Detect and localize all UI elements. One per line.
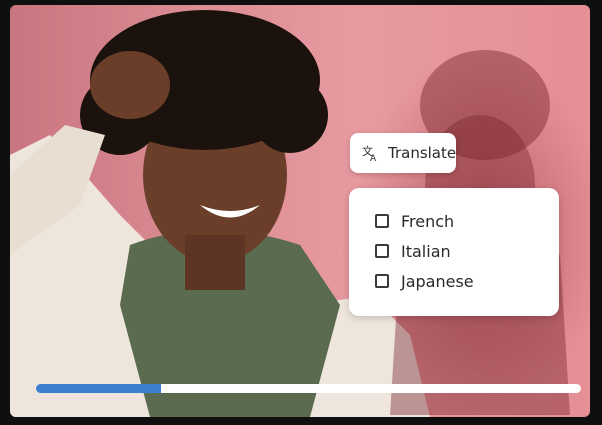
language-option-french[interactable]: French bbox=[375, 206, 559, 236]
checkbox[interactable] bbox=[375, 274, 389, 288]
video-progress-bar[interactable] bbox=[36, 384, 581, 393]
language-label: French bbox=[401, 211, 455, 231]
checkbox[interactable] bbox=[375, 244, 389, 258]
language-option-italian[interactable]: Italian bbox=[375, 236, 559, 266]
translate-button[interactable]: 文 A Translate bbox=[350, 133, 456, 173]
language-option-japanese[interactable]: Japanese bbox=[375, 266, 559, 296]
language-label: Italian bbox=[401, 241, 451, 261]
video-player[interactable]: 文 A Translate French Italian Japanese bbox=[10, 5, 590, 417]
checkbox[interactable] bbox=[375, 214, 389, 228]
translate-icon: 文 A bbox=[362, 144, 380, 164]
language-menu: French Italian Japanese bbox=[349, 188, 559, 316]
svg-text:A: A bbox=[370, 154, 377, 162]
translate-label: Translate bbox=[388, 144, 457, 162]
video-progress-fill bbox=[36, 384, 162, 393]
language-label: Japanese bbox=[401, 271, 474, 291]
